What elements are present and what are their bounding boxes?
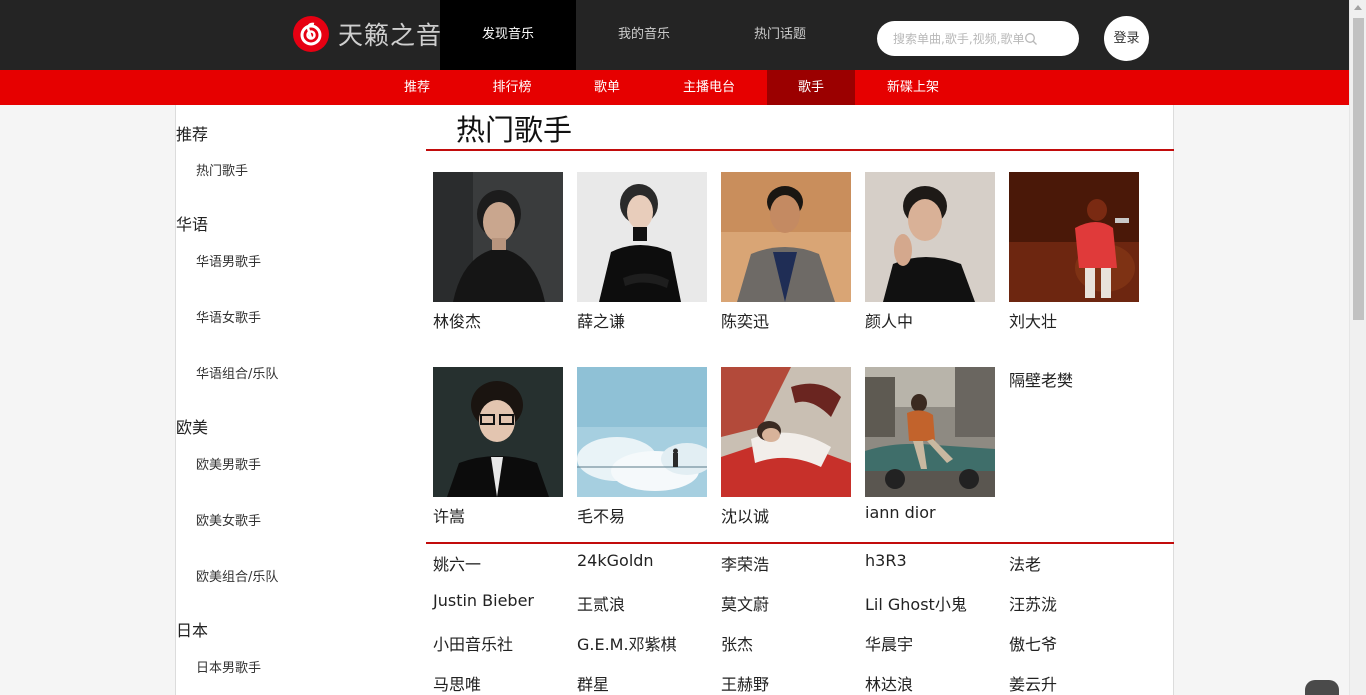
- artist-name[interactable]: iann dior: [865, 503, 995, 522]
- artist-link[interactable]: 王赫野: [721, 671, 769, 695]
- top-header: 天籁之音 发现音乐 我的音乐 热门话题 登录: [0, 0, 1349, 70]
- artist-link[interactable]: 马思唯: [433, 671, 481, 695]
- subnav-charts[interactable]: 排行榜: [488, 70, 536, 105]
- sidebar-item-hot-artists[interactable]: 热门歌手: [196, 160, 248, 179]
- sidebar-category-chinese: 华语: [176, 215, 209, 234]
- artist-card[interactable]: 颜人中: [865, 172, 995, 332]
- artist-name[interactable]: 刘大壮: [1009, 308, 1139, 332]
- top-nav: 发现音乐 我的音乐 热门话题: [440, 0, 848, 70]
- category-sidebar: 推荐 热门歌手 华语 华语男歌手 华语女歌手 华语组合/乐队 欧美 欧美男歌手 …: [175, 105, 426, 695]
- artist-link[interactable]: 张杰: [721, 631, 753, 655]
- scrollbar-thumb[interactable]: [1353, 18, 1364, 320]
- artist-card[interactable]: 隔壁老樊: [1009, 367, 1139, 391]
- sidebar-category-western: 欧美: [176, 418, 209, 437]
- search-icon[interactable]: [1024, 31, 1038, 50]
- subnav-playlists[interactable]: 歌单: [589, 70, 625, 105]
- artist-link[interactable]: 傲七爷: [1009, 631, 1057, 655]
- page-title: 热门歌手: [456, 113, 573, 147]
- artist-link[interactable]: 法老: [1009, 551, 1041, 575]
- artist-link[interactable]: 小田音乐社: [433, 631, 513, 655]
- artist-link[interactable]: h3R3: [865, 551, 907, 570]
- artist-link[interactable]: 汪苏泷: [1009, 591, 1057, 615]
- artist-card[interactable]: 陈奕迅: [721, 172, 851, 332]
- sidebar-item-chinese-female[interactable]: 华语女歌手: [196, 307, 261, 326]
- music-logo-icon: [293, 16, 329, 52]
- artist-photo[interactable]: [721, 367, 851, 497]
- artist-card[interactable]: 林俊杰: [433, 172, 563, 332]
- subnav-recommend[interactable]: 推荐: [398, 70, 436, 105]
- artist-link[interactable]: 24kGoldn: [577, 551, 654, 570]
- artist-card[interactable]: 薛之谦: [577, 172, 707, 332]
- list-divider: [426, 542, 1174, 544]
- artist-link[interactable]: 华晨宇: [865, 631, 913, 655]
- artist-link[interactable]: G.E.M.邓紫棋: [577, 631, 677, 655]
- artist-name[interactable]: 沈以诚: [721, 503, 851, 527]
- search-box: [877, 21, 1079, 56]
- sidebar-item-chinese-male[interactable]: 华语男歌手: [196, 251, 261, 270]
- artist-name[interactable]: 陈奕迅: [721, 308, 851, 332]
- back-to-top-button[interactable]: [1305, 680, 1339, 695]
- scroll-up-arrow-icon[interactable]: [1354, 5, 1362, 10]
- logo-text: 天籁之音: [338, 21, 443, 50]
- artist-photo[interactable]: [433, 172, 563, 302]
- artist-card[interactable]: 刘大壮: [1009, 172, 1139, 332]
- subnav-new-albums[interactable]: 新碟上架: [882, 70, 944, 105]
- subnav-artists[interactable]: 歌手: [767, 70, 855, 105]
- artist-card[interactable]: 沈以诚: [721, 367, 851, 527]
- sidebar-item-western-male[interactable]: 欧美男歌手: [196, 454, 261, 473]
- sidebar-item-western-female[interactable]: 欧美女歌手: [196, 510, 261, 529]
- artist-card[interactable]: 许嵩: [433, 367, 563, 527]
- main-content: 热门歌手 林俊杰 薛之谦 陈奕迅 颜人中 刘大壮 许嵩 毛不易 沈以诚 iann…: [426, 105, 1174, 695]
- sidebar-category-recommend: 推荐: [176, 125, 209, 144]
- artist-photo[interactable]: [577, 367, 707, 497]
- subnav-radio[interactable]: 主播电台: [678, 70, 740, 105]
- sub-nav: 推荐 排行榜 歌单 主播电台 歌手 新碟上架: [0, 70, 1349, 105]
- sidebar-item-western-band[interactable]: 欧美组合/乐队: [196, 566, 278, 585]
- login-button[interactable]: 登录: [1104, 16, 1149, 61]
- artist-photo[interactable]: [721, 172, 851, 302]
- artist-name[interactable]: 颜人中: [865, 308, 995, 332]
- artist-link[interactable]: Lil Ghost小鬼: [865, 591, 967, 615]
- title-divider: [426, 149, 1174, 151]
- artist-link[interactable]: Justin Bieber: [433, 591, 534, 610]
- artist-photo[interactable]: [865, 367, 995, 497]
- artist-name[interactable]: 隔壁老樊: [1009, 367, 1139, 391]
- artist-card[interactable]: 毛不易: [577, 367, 707, 527]
- artist-photo[interactable]: [577, 172, 707, 302]
- artist-link[interactable]: 林达浪: [865, 671, 913, 695]
- sidebar-item-chinese-band[interactable]: 华语组合/乐队: [196, 363, 278, 382]
- nav-hot-topics[interactable]: 热门话题: [712, 0, 848, 70]
- artist-photo[interactable]: [1009, 172, 1139, 302]
- artist-link[interactable]: 李荣浩: [721, 551, 769, 575]
- page-scrollbar[interactable]: [1349, 0, 1366, 695]
- logo[interactable]: 天籁之音: [293, 16, 442, 52]
- artist-photo[interactable]: [433, 367, 563, 497]
- artist-name[interactable]: 毛不易: [577, 503, 707, 527]
- artist-link[interactable]: 莫文蔚: [721, 591, 769, 615]
- artist-name[interactable]: 薛之谦: [577, 308, 707, 332]
- artist-name[interactable]: 许嵩: [433, 503, 563, 527]
- sidebar-item-japan-male[interactable]: 日本男歌手: [196, 657, 261, 676]
- artist-name[interactable]: 林俊杰: [433, 308, 563, 332]
- artist-link[interactable]: 姚六一: [433, 551, 481, 575]
- artist-link[interactable]: 王贰浪: [577, 591, 625, 615]
- artist-card[interactable]: iann dior: [865, 367, 995, 522]
- nav-discover-music[interactable]: 发现音乐: [440, 0, 576, 70]
- sidebar-category-japan: 日本: [176, 621, 209, 640]
- nav-my-music[interactable]: 我的音乐: [576, 0, 712, 70]
- artist-photo[interactable]: [865, 172, 995, 302]
- artist-link[interactable]: 姜云升: [1009, 671, 1057, 695]
- artist-link[interactable]: 群星: [577, 671, 609, 695]
